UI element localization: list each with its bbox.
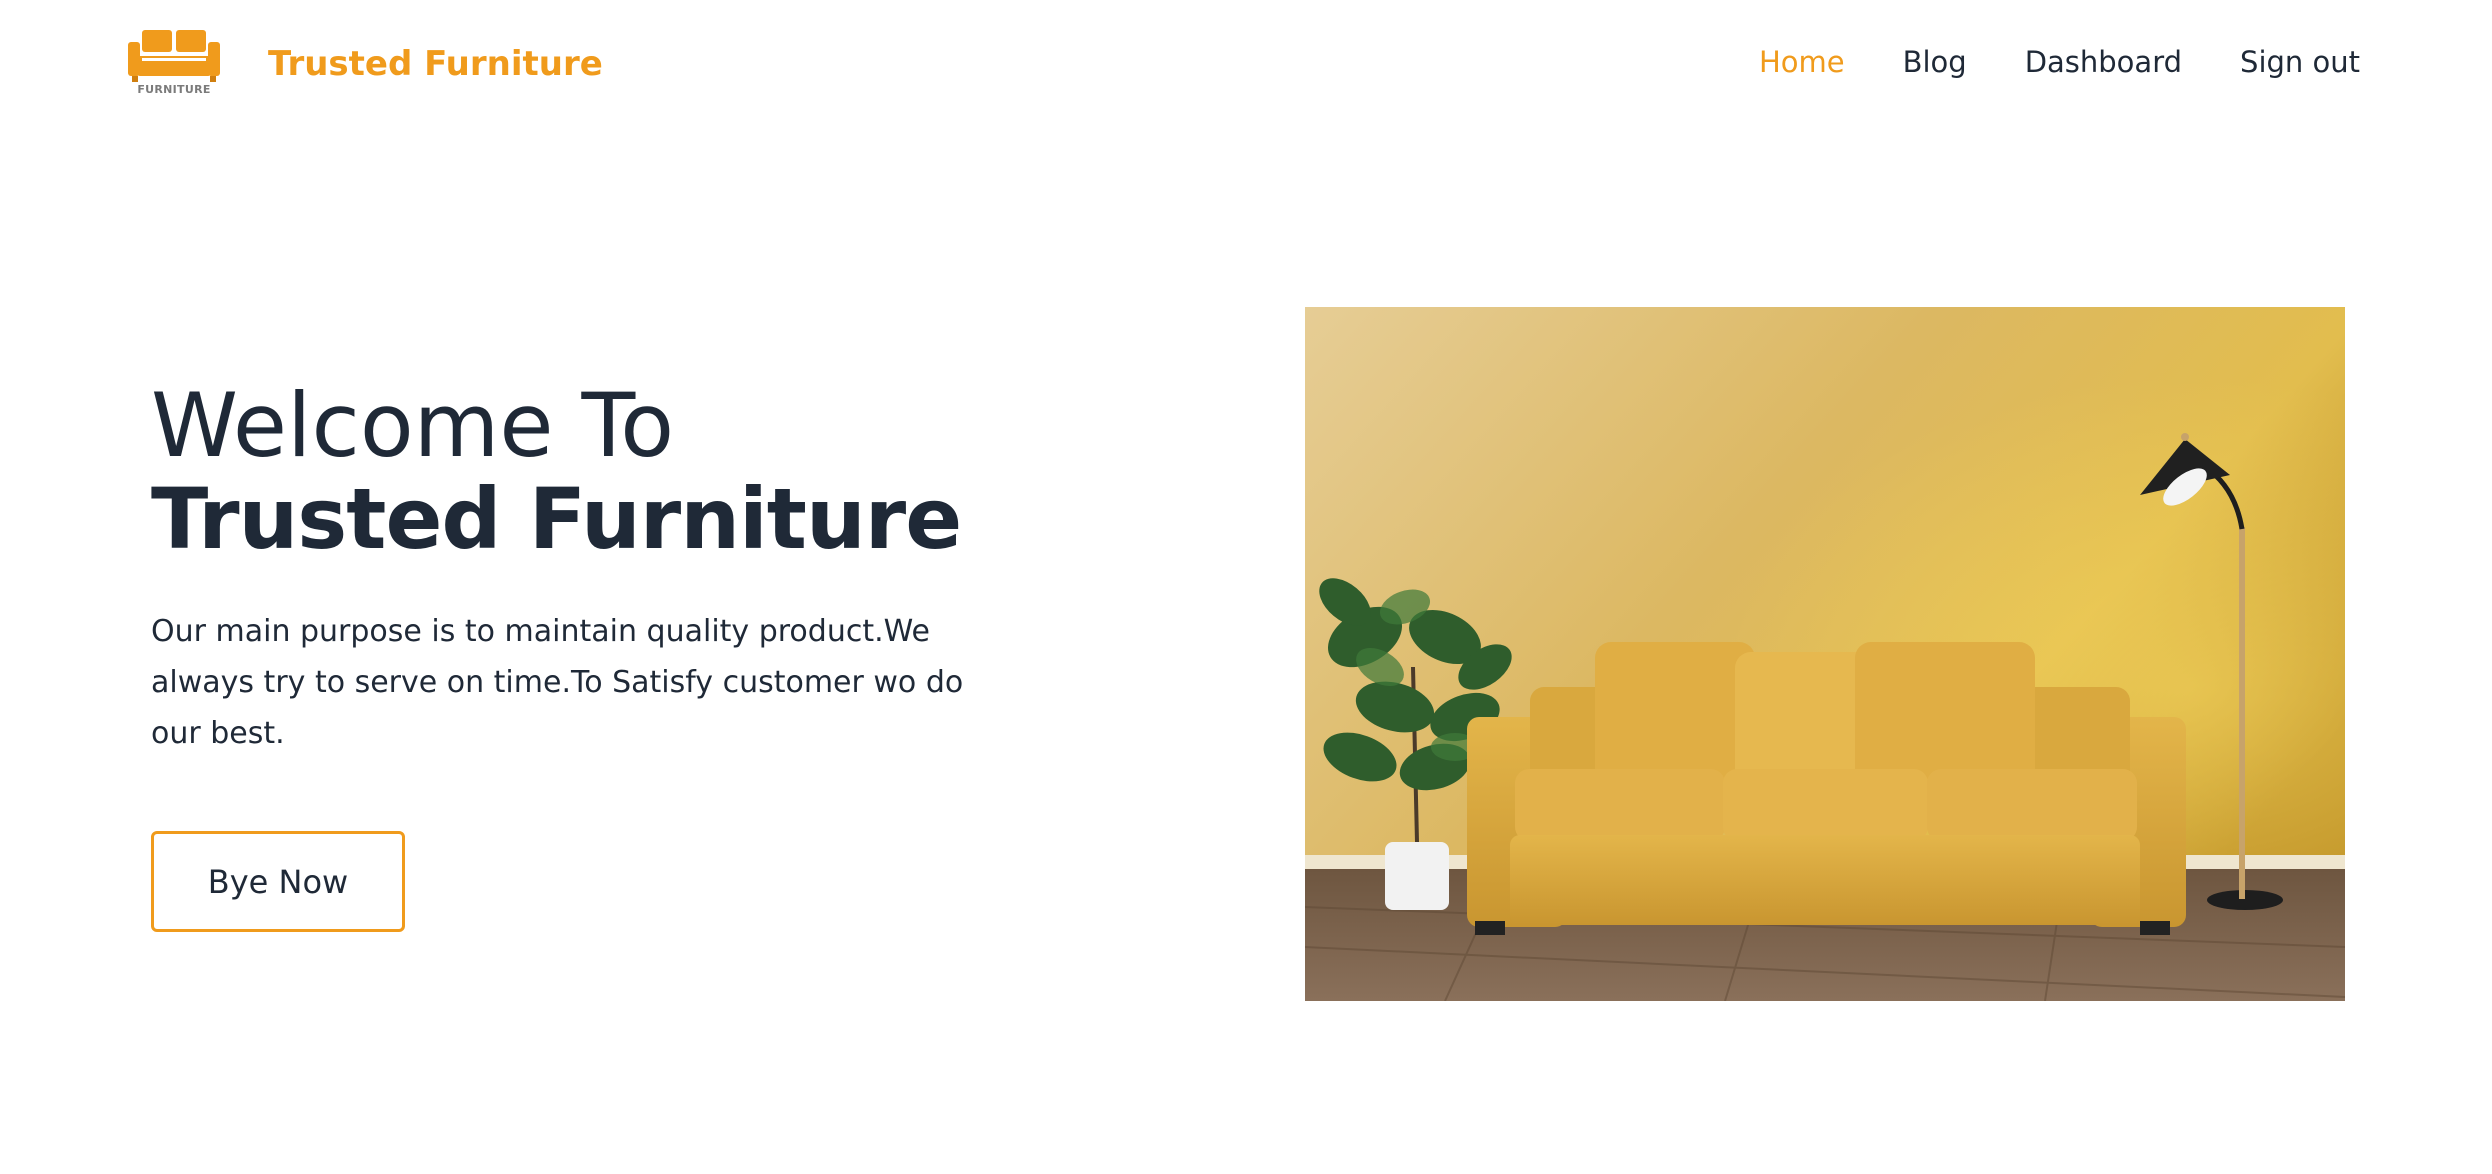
brand-name-link[interactable]: Trusted Furniture <box>268 40 603 88</box>
site-header: FURNITURE Trusted Furniture Home Blog Da… <box>0 0 2492 130</box>
hero-copy: Welcome To Trusted Furniture Our main pu… <box>151 380 1051 759</box>
nav-home-link[interactable]: Home <box>1759 38 1845 86</box>
nav-blog-link[interactable]: Blog <box>1903 38 1967 86</box>
logo-wordmark: FURNITURE <box>137 83 211 96</box>
sofa-logo-icon <box>128 30 220 82</box>
main-nav: Home Blog Dashboard Sign out <box>1759 38 2360 86</box>
hero-welcome-heading: Welcome To <box>151 374 675 477</box>
hero-description: Our main purpose is to maintain quality … <box>151 614 964 751</box>
nav-dashboard-link[interactable]: Dashboard <box>2025 38 2182 86</box>
brand-logo[interactable]: FURNITURE <box>128 28 220 100</box>
hero-title: Trusted Furniture <box>151 470 962 568</box>
nav-sign-out-link[interactable]: Sign out <box>2240 38 2360 86</box>
buy-now-button[interactable]: Bye Now <box>151 831 405 932</box>
sofa-room-illustration <box>1305 307 2345 1001</box>
hero-sofa-image <box>1305 307 2345 1001</box>
